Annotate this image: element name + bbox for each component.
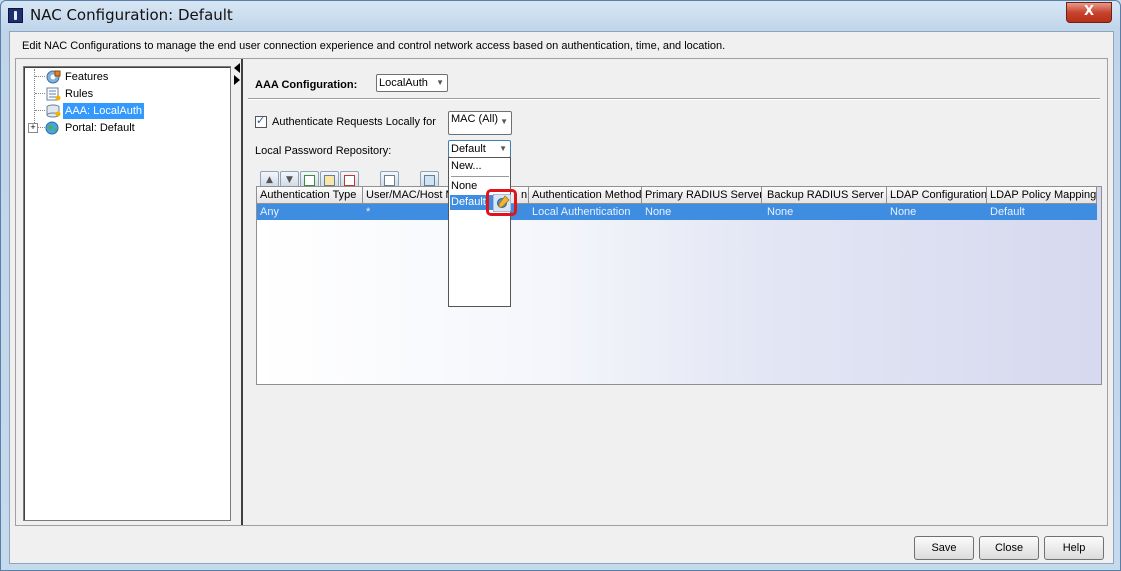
tree-item-label: Portal: Default — [65, 122, 135, 134]
copy-icon — [384, 175, 395, 186]
table-cell: * — [366, 206, 371, 218]
section-divider — [248, 98, 1100, 100]
app-icon — [8, 8, 23, 23]
repo-select[interactable]: Default ▼ — [448, 140, 511, 158]
repo-dropdown-list: New... None Default — [448, 157, 511, 307]
move-down-icon: ▼ — [286, 175, 293, 185]
aaa-config-select[interactable]: LocalAuth ▼ — [376, 74, 448, 92]
expand-icon[interactable]: + — [28, 123, 38, 133]
save-button[interactable]: Save — [914, 536, 974, 560]
repo-value: Default — [451, 143, 486, 155]
collapse-left-icon[interactable] — [234, 63, 240, 73]
tree-connector — [35, 76, 45, 77]
auth-locally-label: Authenticate Requests Locally for — [272, 116, 436, 128]
auth-rules-table: Authentication Type User/MAC/Host M n Au… — [256, 186, 1102, 385]
tree-connector — [35, 110, 45, 111]
delete-row-icon — [344, 175, 355, 186]
help-button[interactable]: Help — [1044, 536, 1104, 560]
column-header[interactable]: Primary RADIUS Server — [642, 187, 762, 203]
close-button[interactable]: Close — [979, 536, 1039, 560]
column-header[interactable]: LDAP Configuration — [887, 187, 987, 203]
auth-locally-value: MAC (All) — [451, 113, 499, 125]
expand-right-icon[interactable] — [234, 75, 240, 85]
globe-icon — [45, 121, 59, 135]
column-header[interactable]: Authentication Type — [257, 187, 363, 203]
table-header: Authentication Type User/MAC/Host M n Au… — [257, 187, 1097, 204]
dropdown-separator — [451, 176, 509, 177]
aaa-config-label: AAA Configuration: — [255, 79, 358, 91]
repo-label: Local Password Repository: — [255, 145, 392, 157]
highlight-box — [486, 189, 517, 216]
manage-icon — [424, 175, 435, 186]
auth-locally-select[interactable]: MAC (All) ▼ — [448, 111, 512, 135]
table-cell: None — [890, 206, 917, 218]
dialog-client: Edit NAC Configurations to manage the en… — [9, 31, 1114, 564]
dialog-description: Edit NAC Configurations to manage the en… — [22, 40, 726, 52]
tree-item-label: Rules — [65, 88, 94, 100]
window-title: NAC Configuration: Default — [30, 6, 233, 24]
add-row-icon — [304, 175, 315, 186]
table-cell: Local Authentication — [532, 206, 631, 218]
edit-row-icon — [324, 175, 335, 186]
table-row[interactable]: Any * Local Authentication None None Non… — [257, 204, 1097, 220]
panel-splitter[interactable] — [232, 59, 243, 525]
main-panel: Features Rules AAA: LocalAuth + Portal: … — [15, 58, 1108, 526]
table-cell: Any — [260, 206, 279, 218]
features-icon — [46, 70, 61, 84]
tree-connector — [34, 69, 35, 125]
window-close-button[interactable]: X — [1066, 2, 1112, 23]
chevron-down-icon: ▼ — [499, 144, 507, 153]
column-header[interactable]: Authentication Method — [529, 187, 642, 203]
column-header[interactable]: Backup RADIUS Server — [762, 187, 887, 203]
title-bar[interactable]: NAC Configuration: Default X — [1, 1, 1120, 31]
tree-item-label: AAA: LocalAuth — [63, 103, 145, 119]
auth-locally-checkbox[interactable] — [255, 114, 267, 128]
aaa-config-value: LocalAuth — [379, 77, 428, 89]
table-cell: Default — [990, 206, 1025, 218]
column-header[interactable]: LDAP Policy Mapping — [987, 187, 1097, 203]
config-tree: Features Rules AAA: LocalAuth + Portal: … — [23, 66, 231, 521]
rules-icon — [46, 87, 61, 101]
dropdown-option-new[interactable]: New... — [450, 159, 509, 174]
nac-config-window: NAC Configuration: Default X Edit NAC Co… — [0, 0, 1121, 571]
chevron-down-icon: ▼ — [500, 117, 508, 126]
tree-connector — [35, 93, 45, 94]
move-up-icon: ▲ — [266, 175, 273, 185]
splitter-divider — [241, 59, 243, 525]
aaa-config-panel: AAA Configuration: LocalAuth ▼ Authentic… — [248, 59, 1106, 525]
table-cell: None — [645, 206, 672, 218]
table-cell: None — [767, 206, 794, 218]
tree-item-label: Features — [65, 71, 109, 83]
aaa-icon — [46, 104, 61, 118]
chevron-down-icon: ▼ — [436, 78, 444, 87]
column-header[interactable]: User/MAC/Host M — [363, 187, 453, 203]
